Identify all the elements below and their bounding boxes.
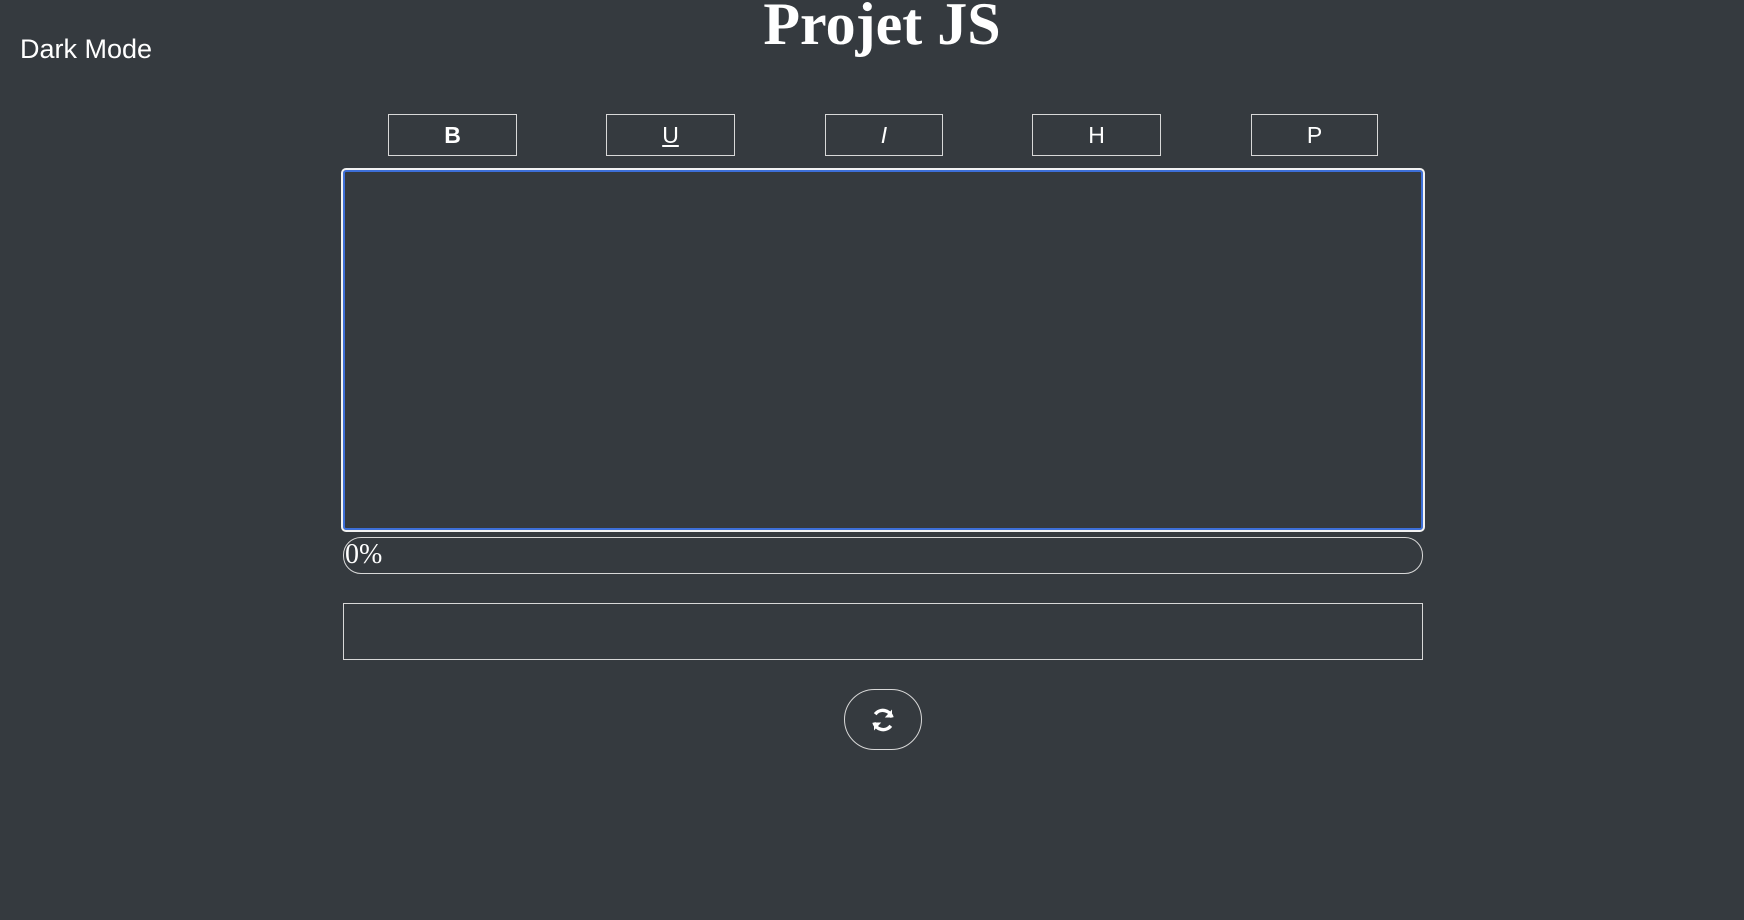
refresh-button[interactable] [844, 689, 922, 750]
output-box [343, 603, 1423, 660]
heading-button[interactable]: H [1032, 114, 1161, 156]
underline-button[interactable]: U [606, 114, 735, 156]
progress-label: 0% [345, 539, 383, 570]
italic-button[interactable]: I [825, 114, 943, 156]
bold-button[interactable]: B [388, 114, 517, 156]
refresh-icon [868, 705, 898, 735]
paragraph-button[interactable]: P [1251, 114, 1378, 156]
page-title: Projet JS [763, 0, 1001, 57]
progress-bar: 0% [343, 537, 1423, 574]
text-editor[interactable] [341, 168, 1425, 532]
